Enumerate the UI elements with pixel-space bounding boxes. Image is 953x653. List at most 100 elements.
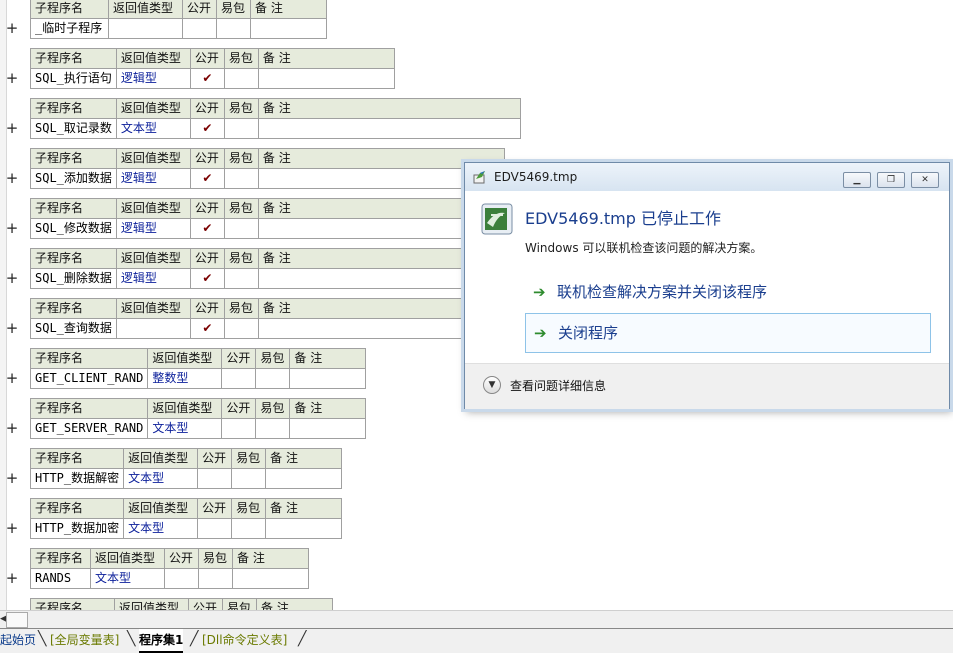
close-icon[interactable]: ✕ <box>911 172 939 188</box>
expand-icon[interactable]: + <box>4 70 20 86</box>
easy-package-cell[interactable] <box>223 168 259 189</box>
easy-package-cell[interactable] <box>255 418 291 439</box>
note-cell[interactable] <box>257 268 465 289</box>
return-type[interactable]: 整数型 <box>147 368 223 389</box>
note-cell[interactable] <box>265 518 343 539</box>
public-check[interactable]: ✔ <box>189 168 225 189</box>
subprogram-name[interactable]: GET_SERVER_RAND <box>29 418 149 439</box>
dialog-titlebar[interactable]: EDV5469.tmp ▁ ❐ ✕ <box>465 163 949 191</box>
return-type[interactable]: 文本型 <box>147 418 223 439</box>
horizontal-scrollbar[interactable]: ◀ <box>0 610 953 628</box>
col-header-name: 子程序名 <box>29 498 125 519</box>
easy-package-cell[interactable] <box>223 318 259 339</box>
public-check[interactable] <box>221 368 257 389</box>
expand-icon[interactable]: + <box>4 420 20 436</box>
public-check[interactable]: ✔ <box>189 118 225 139</box>
details-link[interactable]: 查看问题详细信息 <box>510 377 606 394</box>
return-type[interactable]: 文本型 <box>90 568 165 589</box>
col-header-return-type: 返回值类型 <box>123 498 199 519</box>
subprogram-name[interactable]: SQL_取记录数 <box>30 118 117 139</box>
easy-package-cell[interactable] <box>231 468 267 489</box>
col-header-return-type: 返回值类型 <box>115 48 191 69</box>
return-type[interactable]: 文本型 <box>123 518 199 539</box>
note-cell[interactable] <box>289 368 367 389</box>
note-cell[interactable] <box>257 218 465 239</box>
subprogram-name[interactable]: SQL_查询数据 <box>30 318 117 339</box>
expand-icon[interactable]: + <box>4 220 20 236</box>
subprogram-name[interactable]: RANDS <box>30 568 91 589</box>
col-header-easy-package: 易包 <box>198 548 233 569</box>
expand-icon[interactable]: + <box>4 370 20 386</box>
expand-icon[interactable]: + <box>4 320 20 336</box>
return-type[interactable]: 逻辑型 <box>115 168 191 189</box>
return-type[interactable] <box>115 318 191 339</box>
restore-icon[interactable]: ❐ <box>877 172 905 188</box>
subprogram-name[interactable]: HTTP_数据加密 <box>29 518 125 539</box>
check-online-button[interactable]: ➔ 联机检查解决方案并关闭该程序 <box>525 273 929 311</box>
col-header-name: 子程序名 <box>30 98 117 119</box>
public-check[interactable]: ✔ <box>189 218 225 239</box>
subprogram-table: 子程序名 返回值类型 公开 易包备 注 SQL_查询数据 ✔ <box>30 298 465 339</box>
subprogram-name[interactable]: SQL_添加数据 <box>30 168 117 189</box>
note-cell[interactable] <box>257 118 521 139</box>
expand-icon[interactable]: + <box>4 470 20 486</box>
note-cell[interactable] <box>257 68 395 89</box>
expand-icon[interactable]: + <box>4 20 20 36</box>
public-check[interactable]: ✔ <box>189 68 225 89</box>
return-type[interactable] <box>108 18 183 39</box>
expand-icon[interactable]: + <box>4 120 20 136</box>
public-check[interactable] <box>197 468 233 489</box>
subprogram-name[interactable]: _临时子程序 <box>30 18 109 39</box>
note-cell[interactable] <box>232 568 309 589</box>
public-check[interactable]: ✔ <box>189 318 225 339</box>
easy-package-cell[interactable] <box>216 18 251 39</box>
subprogram-name[interactable]: SQL_修改数据 <box>30 218 117 239</box>
col-header-return-type: 返回值类型 <box>115 198 191 219</box>
return-type[interactable]: 文本型 <box>123 468 199 489</box>
easy-package-cell[interactable] <box>255 368 291 389</box>
tab-dll-commands[interactable]: [Dll命令定义表] <box>202 629 287 651</box>
public-check[interactable] <box>221 418 257 439</box>
col-header-public: 公开 <box>189 248 225 269</box>
subprogram-table: 子程序名 返回值类型 公开 易包备 注 RANDS 文本型 <box>30 548 309 589</box>
chevron-down-icon[interactable]: ▼ <box>483 376 501 394</box>
note-cell[interactable] <box>250 18 327 39</box>
public-check[interactable] <box>182 18 217 39</box>
return-type[interactable]: 逻辑型 <box>115 68 191 89</box>
subprogram-name[interactable]: SQL_执行语句 <box>30 68 117 89</box>
easy-package-cell[interactable] <box>231 518 267 539</box>
expand-icon[interactable]: + <box>4 570 20 586</box>
expand-icon[interactable]: + <box>4 170 20 186</box>
subprogram-block: + 子程序名 返回值类型 公开 易包备 注 SQL_取记录数 文本型 ✔ <box>0 98 953 148</box>
note-cell[interactable] <box>265 468 343 489</box>
easy-package-cell[interactable] <box>223 118 259 139</box>
tab-global-variables[interactable]: [全局变量表] <box>50 629 119 651</box>
return-type[interactable]: 逻辑型 <box>115 268 191 289</box>
minimize-icon[interactable]: ▁ <box>843 172 871 188</box>
subprogram-name[interactable]: SQL_删除数据 <box>30 268 117 289</box>
public-check[interactable] <box>164 568 199 589</box>
close-program-button[interactable]: ➔ 关闭程序 <box>525 313 931 353</box>
easy-package-cell[interactable] <box>223 218 259 239</box>
subprogram-name[interactable]: HTTP_数据解密 <box>29 468 125 489</box>
note-cell[interactable] <box>257 318 465 339</box>
note-cell[interactable] <box>289 418 367 439</box>
easy-package-cell[interactable] <box>223 268 259 289</box>
tab-start-page[interactable]: 起始页 <box>0 629 36 651</box>
return-type[interactable]: 逻辑型 <box>115 218 191 239</box>
public-check[interactable] <box>197 518 233 539</box>
easy-package-cell[interactable] <box>223 68 259 89</box>
scrollbar-thumb[interactable] <box>6 612 28 628</box>
col-header-easy-package: 易包 <box>255 348 291 369</box>
col-header-easy-package: 易包 <box>216 0 251 19</box>
tab-program-set[interactable]: 程序集1 <box>139 629 184 653</box>
expand-icon[interactable]: + <box>4 520 20 536</box>
easy-package-cell[interactable] <box>198 568 233 589</box>
col-header-return-type: 返回值类型 <box>123 448 199 469</box>
return-type[interactable]: 文本型 <box>115 118 191 139</box>
subprogram-table: 子程序名 返回值类型 公开 易包备 注 <box>30 598 333 610</box>
expand-icon[interactable]: + <box>4 270 20 286</box>
public-check[interactable]: ✔ <box>189 268 225 289</box>
subprogram-name[interactable]: GET_CLIENT_RAND <box>29 368 149 389</box>
close-program-label: 关闭程序 <box>558 324 619 342</box>
